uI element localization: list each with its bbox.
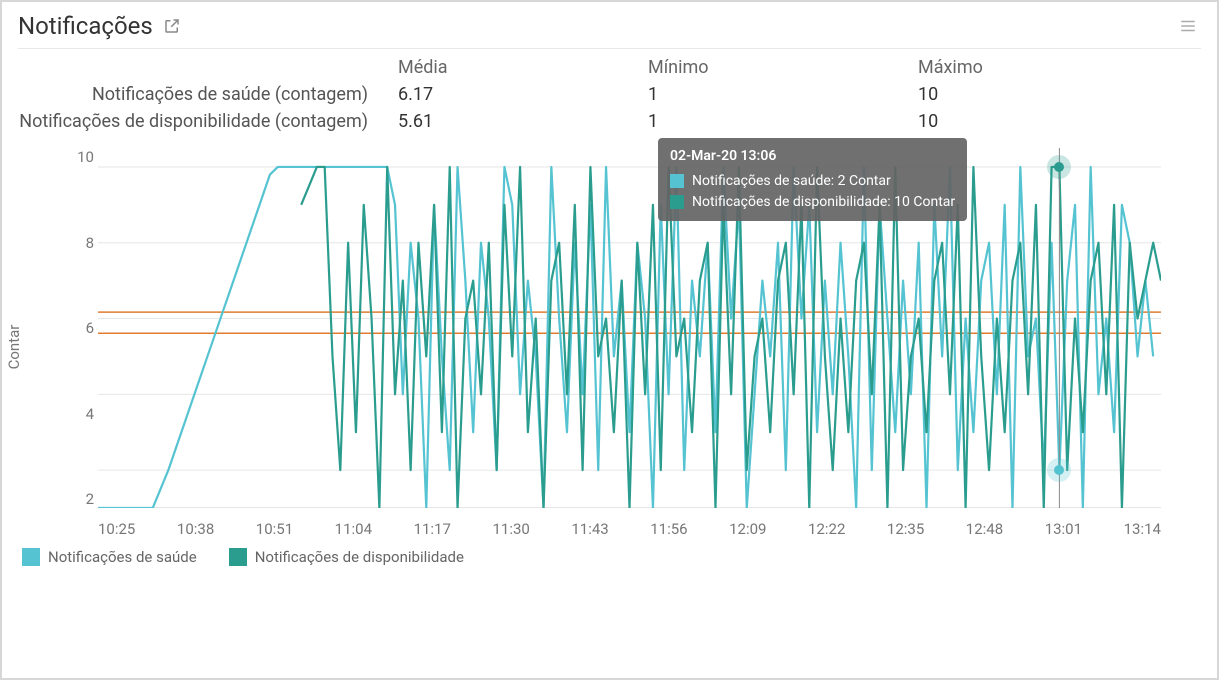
y-tick: 4 bbox=[86, 405, 94, 423]
legend: Notificações de saúde Notificações de di… bbox=[18, 538, 1201, 568]
x-tick: 12:09 bbox=[729, 520, 766, 538]
x-tick: 10:51 bbox=[256, 520, 293, 538]
row2-maximo: 10 bbox=[918, 111, 1188, 132]
x-tick: 13:01 bbox=[1045, 520, 1082, 538]
x-tick: 12:22 bbox=[808, 520, 845, 538]
hover-marker-series1 bbox=[1054, 465, 1064, 475]
x-tick: 10:38 bbox=[177, 520, 214, 538]
x-tick: 13:14 bbox=[1124, 520, 1161, 538]
row2-minimo: 1 bbox=[648, 111, 918, 132]
legend-label-2: Notificações de disponibilidade bbox=[255, 548, 464, 566]
legend-item-2[interactable]: Notificações de disponibilidade bbox=[229, 548, 464, 566]
col-maximo: Máximo bbox=[918, 57, 1188, 78]
row1-maximo: 10 bbox=[918, 84, 1188, 105]
y-tick: 10 bbox=[77, 148, 94, 166]
legend-item-1[interactable]: Notificações de saúde bbox=[22, 548, 197, 566]
x-tick: 11:04 bbox=[335, 520, 372, 538]
row2-media: 5.61 bbox=[398, 111, 648, 132]
y-tick: 6 bbox=[86, 319, 94, 337]
row2-label: Notificações de disponibilidade (contage… bbox=[18, 111, 398, 132]
x-tick: 11:30 bbox=[492, 520, 529, 538]
legend-swatch-1 bbox=[22, 548, 40, 566]
row1-label: Notificações de saúde (contagem) bbox=[18, 84, 398, 105]
y-tick: 2 bbox=[86, 490, 94, 508]
popout-icon[interactable] bbox=[163, 17, 181, 35]
x-tick: 10:25 bbox=[98, 520, 135, 538]
legend-swatch-2 bbox=[229, 548, 247, 566]
x-tick: 12:35 bbox=[887, 520, 924, 538]
hover-marker-series2 bbox=[1054, 162, 1064, 172]
menu-icon[interactable] bbox=[1175, 13, 1201, 39]
x-tick: 11:43 bbox=[571, 520, 608, 538]
chart-area[interactable]: Contar 108642 02-Mar-20 13:06 Notificaçõ… bbox=[18, 138, 1201, 538]
x-tick: 11:17 bbox=[414, 520, 451, 538]
row1-minimo: 1 bbox=[648, 84, 918, 105]
row1-media: 6.17 bbox=[398, 84, 648, 105]
x-ticks: 10:25 10:38 10:51 11:04 11:17 11:30 11:43 11:56… bbox=[98, 520, 1161, 538]
notifications-panel: Notificações Média Mínimo Máximo Notific… bbox=[0, 0, 1219, 680]
x-tick: 12:48 bbox=[966, 520, 1003, 538]
col-minimo: Mínimo bbox=[648, 57, 918, 78]
summary-table: Média Mínimo Máximo Notificações de saúd… bbox=[18, 57, 1201, 132]
col-media: Média bbox=[398, 57, 648, 78]
plot[interactable]: 02-Mar-20 13:06 Notificações de saúde: 2… bbox=[98, 148, 1161, 508]
x-tick: 11:56 bbox=[650, 520, 687, 538]
y-axis-label: Contar bbox=[5, 325, 23, 370]
panel-header: Notificações bbox=[18, 2, 1201, 49]
y-tick: 8 bbox=[86, 234, 94, 252]
panel-title: Notificações bbox=[18, 12, 153, 40]
y-ticks: 10 8 6 4 2 bbox=[58, 148, 94, 508]
legend-label-1: Notificações de saúde bbox=[48, 548, 197, 566]
